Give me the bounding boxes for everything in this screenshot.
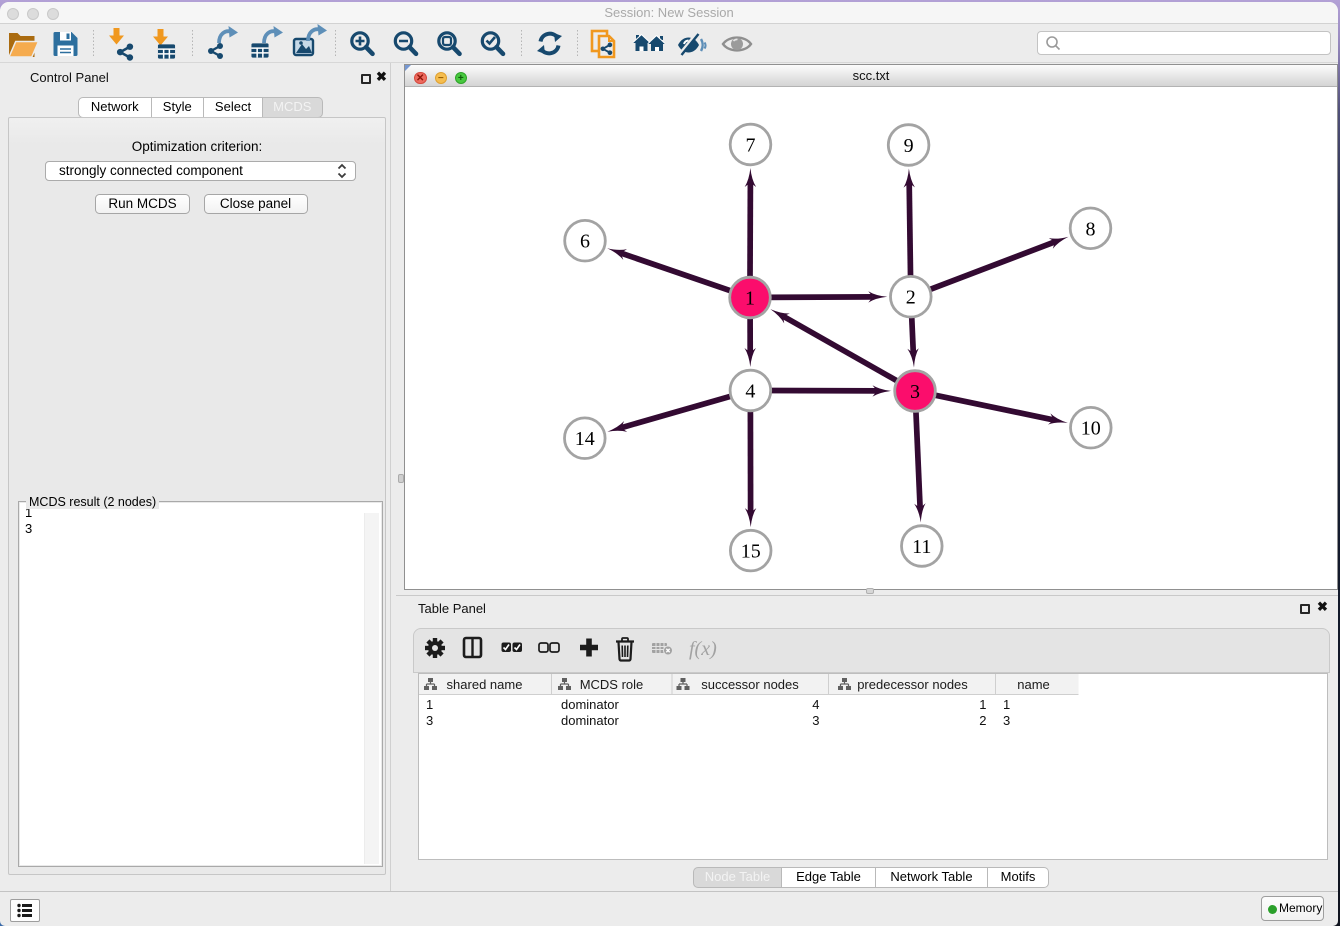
- svg-text:name: name: [1017, 677, 1050, 692]
- svg-text:f(x): f(x): [689, 638, 717, 660]
- svg-text:11: 11: [912, 536, 931, 558]
- svg-text:MCDS role: MCDS role: [579, 677, 643, 692]
- svg-text:predecessor nodes: predecessor nodes: [857, 677, 968, 692]
- svg-text:successor nodes: successor nodes: [701, 677, 799, 692]
- svg-text:6: 6: [580, 231, 590, 253]
- svg-text:8: 8: [1086, 218, 1096, 240]
- svg-text:14: 14: [575, 428, 595, 450]
- svg-text:7: 7: [746, 135, 756, 157]
- svg-text:15: 15: [741, 541, 761, 563]
- svg-text:2: 2: [906, 287, 916, 309]
- svg-text:shared name: shared name: [446, 677, 522, 692]
- svg-text:4: 4: [745, 381, 755, 403]
- svg-text:10: 10: [1081, 418, 1101, 440]
- svg-text:1: 1: [745, 288, 755, 310]
- svg-text:9: 9: [904, 135, 914, 157]
- svg-text:3: 3: [910, 381, 920, 403]
